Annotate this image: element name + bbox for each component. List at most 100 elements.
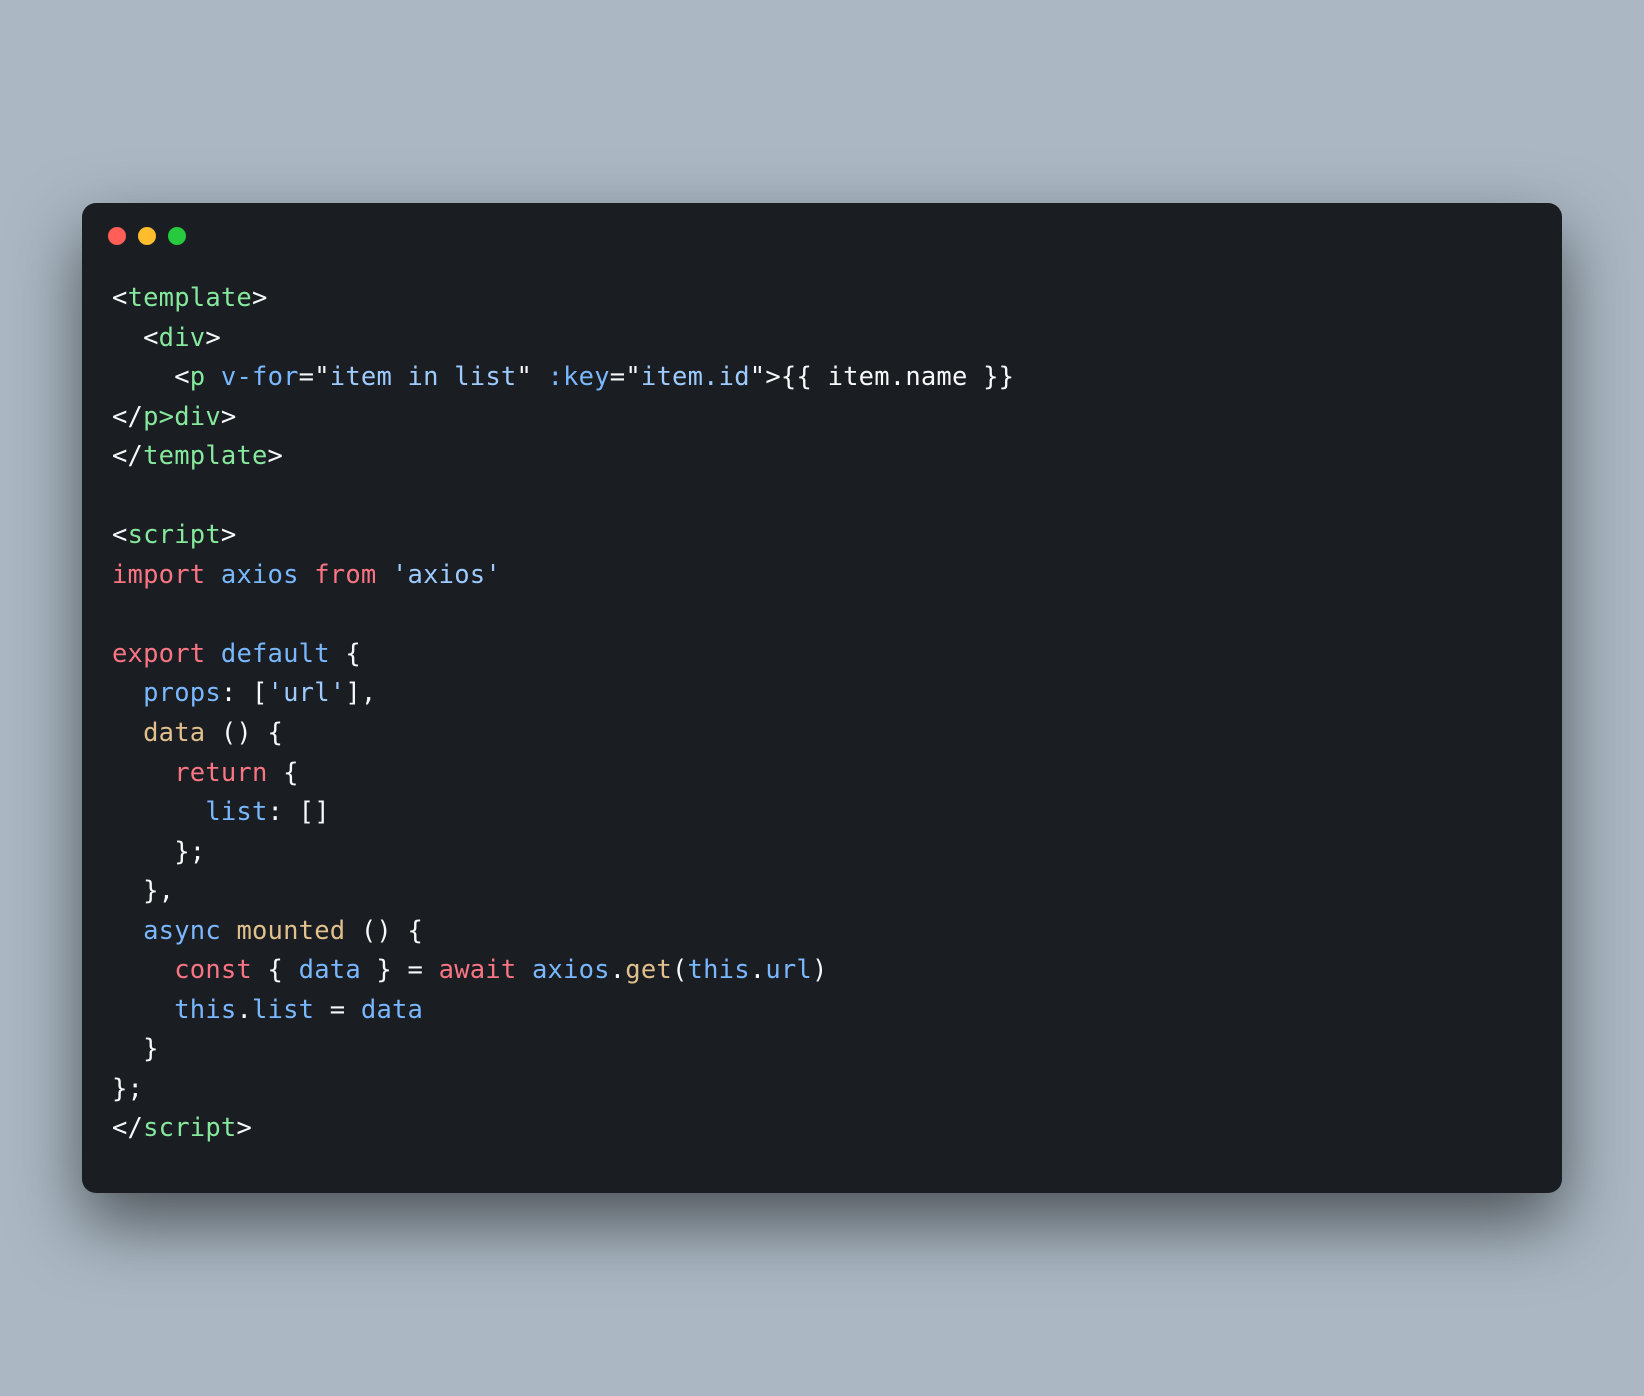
code-token: list	[205, 797, 267, 827]
code-token: get	[625, 955, 672, 985]
code-line: list: []	[112, 793, 1532, 833]
code-token: };	[112, 1074, 143, 1104]
code-line: export default {	[112, 635, 1532, 675]
code-token: >	[765, 362, 781, 392]
code-line	[112, 477, 1532, 517]
code-token: item.id	[641, 362, 750, 392]
code-token: {	[268, 758, 299, 788]
code-editor-content: <template> <div> <p v-for="item in list"…	[82, 255, 1562, 1192]
code-token: </	[112, 402, 143, 432]
code-token: </	[112, 1113, 143, 1143]
code-token: <	[143, 323, 159, 353]
code-token: axios	[532, 955, 610, 985]
code-token: () {	[205, 718, 283, 748]
code-token: axios	[221, 560, 299, 590]
code-token	[112, 955, 174, 985]
code-line: import axios from 'axios'	[112, 556, 1532, 596]
code-token: return	[174, 758, 267, 788]
code-token: url	[765, 955, 812, 985]
code-token: div	[159, 323, 206, 353]
code-line: };	[112, 1070, 1532, 1110]
code-line	[112, 595, 1532, 635]
code-token: >	[205, 323, 221, 353]
code-line: props: ['url'],	[112, 674, 1532, 714]
code-token: const	[174, 955, 252, 985]
code-line: }	[112, 1030, 1532, 1070]
code-token: await	[439, 955, 517, 985]
code-line: </script>	[112, 1109, 1532, 1149]
minimize-icon[interactable]	[138, 227, 156, 245]
code-token: =	[299, 362, 315, 392]
code-token: p	[190, 362, 206, 392]
code-token	[299, 560, 315, 590]
code-line: <div>	[112, 319, 1532, 359]
code-token	[112, 797, 205, 827]
code-token: .	[610, 955, 626, 985]
code-window: <template> <div> <p v-for="item in list"…	[82, 203, 1562, 1192]
window-titlebar	[82, 203, 1562, 255]
code-token	[532, 362, 548, 392]
code-token: =	[610, 362, 626, 392]
code-token	[112, 995, 174, 1025]
code-token	[112, 758, 174, 788]
code-token: template	[143, 441, 267, 471]
code-token: script	[143, 1113, 236, 1143]
code-token	[221, 916, 237, 946]
code-token: export	[112, 639, 205, 669]
code-token: };	[112, 837, 205, 867]
code-token: "	[516, 362, 532, 392]
code-token: template	[128, 283, 252, 313]
code-line: </template>	[112, 437, 1532, 477]
code-token: .	[236, 995, 252, 1025]
code-token: 'axios'	[392, 560, 501, 590]
code-line: this.list = data	[112, 991, 1532, 1031]
code-token: (	[672, 955, 688, 985]
code-token: default	[221, 639, 330, 669]
code-token: : []	[268, 797, 330, 827]
code-token: <	[112, 520, 128, 550]
code-line: <script>	[112, 516, 1532, 556]
code-token: v-for	[221, 362, 299, 392]
code-token: props	[143, 678, 221, 708]
code-line: <p v-for="item in list" :key="item.id">{…	[112, 358, 1532, 398]
code-token: >	[268, 441, 284, 471]
code-token: .	[750, 955, 766, 985]
code-token: "	[750, 362, 766, 392]
code-token	[516, 955, 532, 985]
code-token	[376, 560, 392, 590]
code-token: "	[314, 362, 330, 392]
code-token	[112, 678, 143, 708]
close-icon[interactable]	[108, 227, 126, 245]
code-token: "	[625, 362, 641, 392]
code-token: this	[174, 995, 236, 1025]
code-token: () {	[345, 916, 423, 946]
code-token: item in list	[330, 362, 517, 392]
code-line: data () {	[112, 714, 1532, 754]
code-token: mounted	[236, 916, 345, 946]
code-token: } =	[361, 955, 439, 985]
code-token: script	[128, 520, 221, 550]
code-token: =	[314, 995, 361, 1025]
code-token	[205, 639, 221, 669]
code-token: >	[236, 1113, 252, 1143]
code-token: data	[143, 718, 205, 748]
code-line: const { data } = await axios.get(this.ur…	[112, 951, 1532, 991]
code-line: async mounted () {	[112, 912, 1532, 952]
code-token	[112, 916, 143, 946]
code-token	[205, 560, 221, 590]
zoom-icon[interactable]	[168, 227, 186, 245]
code-token: {	[252, 955, 299, 985]
code-line: },	[112, 872, 1532, 912]
code-token: >	[221, 402, 237, 432]
code-token: },	[112, 876, 174, 906]
code-line: </p>div>	[112, 398, 1532, 438]
code-token: from	[314, 560, 376, 590]
code-token	[205, 362, 221, 392]
code-token: data	[361, 995, 423, 1025]
code-line: return {	[112, 754, 1532, 794]
code-token	[112, 362, 174, 392]
code-token: async	[143, 916, 221, 946]
code-line: };	[112, 833, 1532, 873]
code-token: :key	[548, 362, 610, 392]
code-token: )	[812, 955, 828, 985]
